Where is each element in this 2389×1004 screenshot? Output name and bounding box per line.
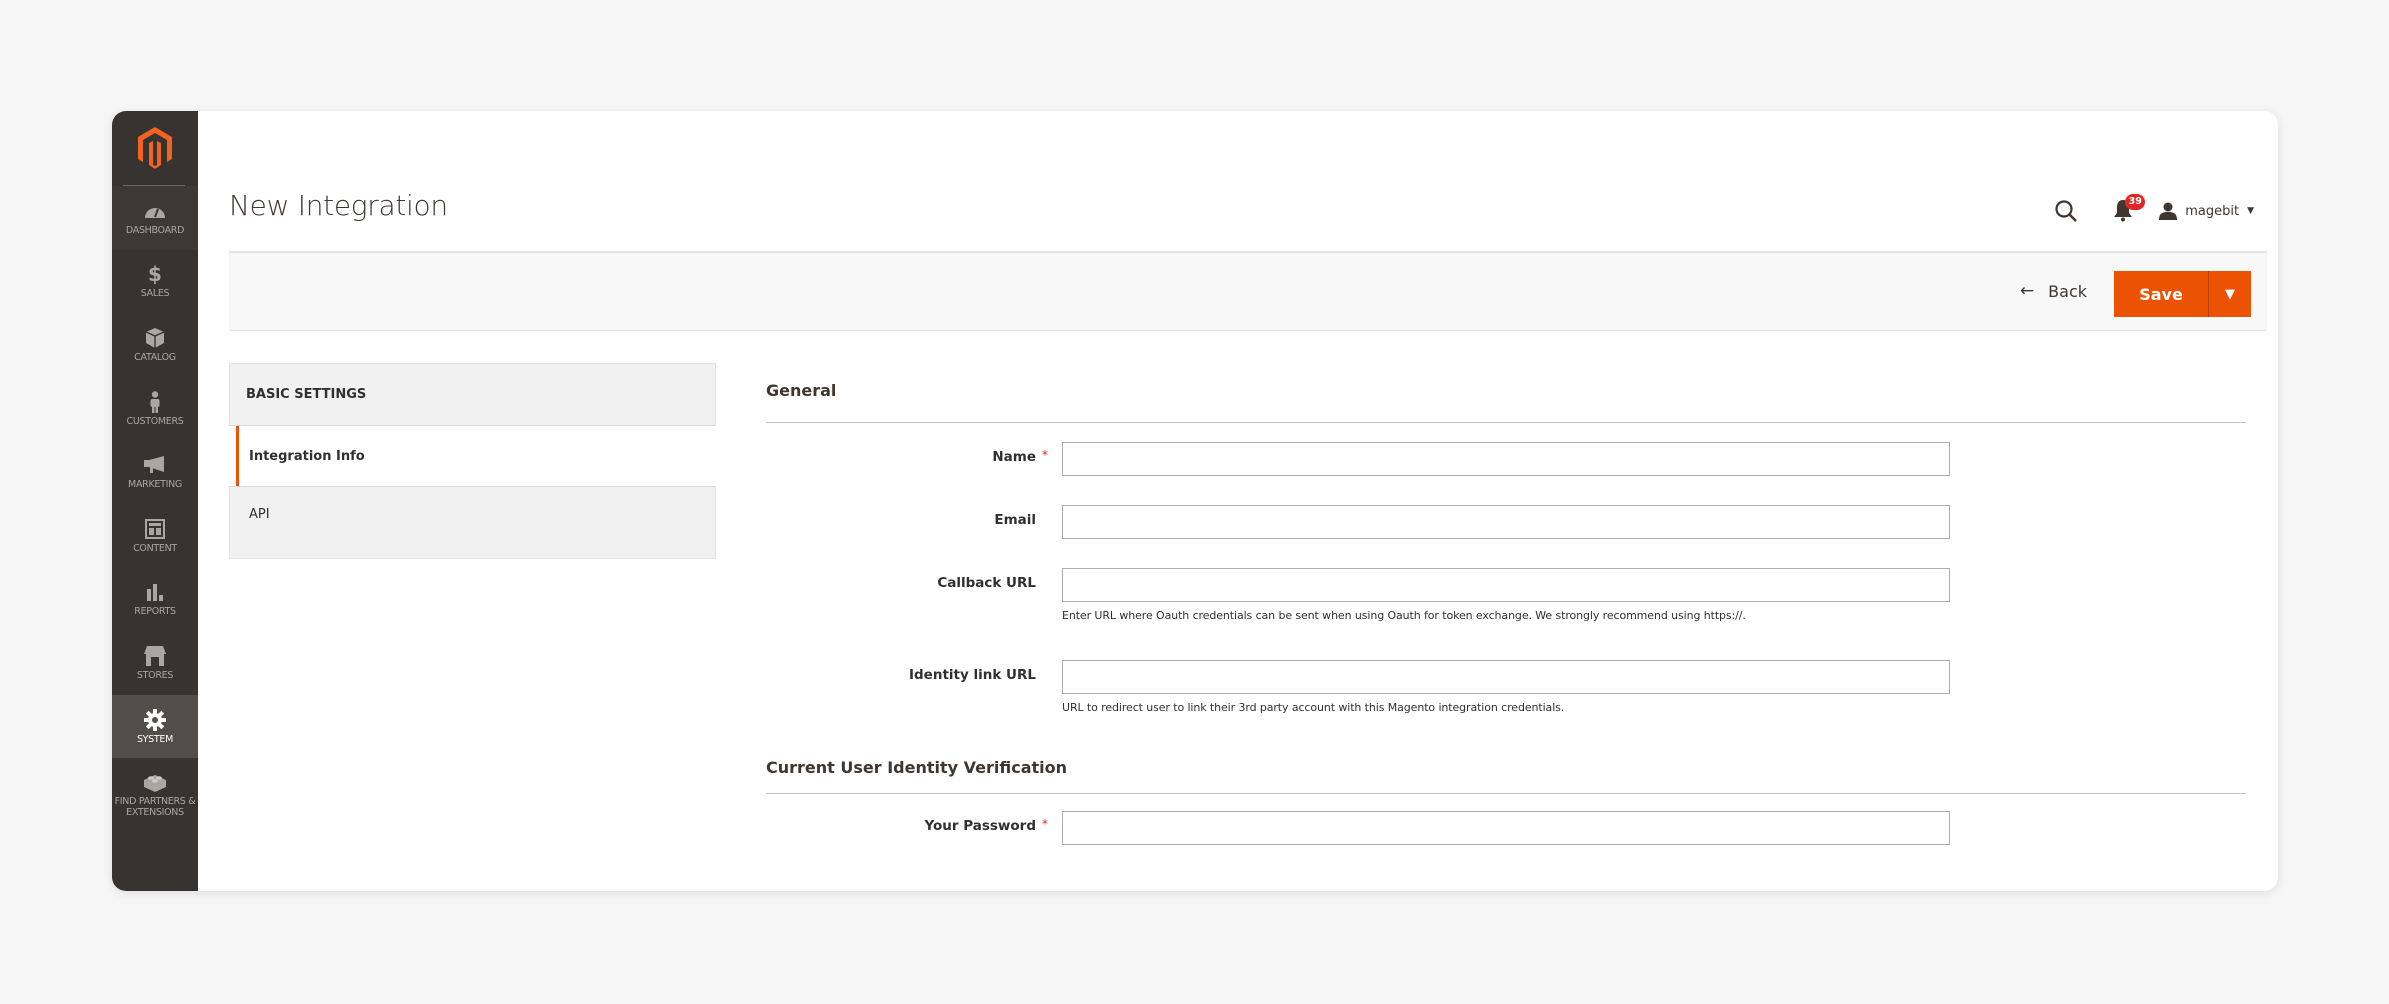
header-actions: 39 magebit ▼ <box>2053 191 2254 231</box>
settings-tabs: Basic Settings Integration Info API <box>229 363 716 559</box>
callback-url-note: Enter URL where Oauth credentials can be… <box>1062 609 1746 622</box>
admin-window: Dashboard $ Sales Catalog Customers <box>112 111 2278 891</box>
identity-link-url-input[interactable] <box>1062 660 1950 694</box>
bar-chart-icon <box>144 581 166 603</box>
save-split-button: Save ▼ <box>2114 271 2251 317</box>
email-input[interactable] <box>1062 505 1950 539</box>
sidebar-item-label: System <box>136 733 174 745</box>
dashboard-icon <box>144 200 166 222</box>
sidebar-item-label: Content <box>133 542 177 554</box>
sidebar-item-label: Customers <box>126 415 184 427</box>
notifications-button[interactable]: 39 <box>2113 194 2146 224</box>
notifications-badge: 39 <box>2125 194 2146 210</box>
sidebar-item-reports[interactable]: Reports <box>112 568 198 632</box>
person-icon <box>144 390 166 413</box>
back-label: Back <box>2048 281 2087 301</box>
sidebar-item-label: Find Partners & Extensions <box>114 795 196 818</box>
tab-api[interactable]: API <box>229 486 716 559</box>
caret-down-icon: ▼ <box>2225 286 2235 302</box>
dollar-icon: $ <box>148 262 162 287</box>
layout-icon <box>144 518 166 540</box>
email-label: Email <box>994 512 1036 528</box>
name-input[interactable] <box>1062 442 1950 476</box>
callback-url-input[interactable] <box>1062 568 1950 602</box>
gear-icon <box>144 708 166 731</box>
sidebar-item-stores[interactable]: Stores <box>112 631 198 695</box>
password-label: Your Password <box>924 818 1036 834</box>
back-button[interactable]: ← Back <box>2020 281 2087 301</box>
user-icon <box>2159 202 2178 220</box>
storefront-icon <box>144 645 166 667</box>
password-input[interactable] <box>1062 811 1950 845</box>
sidebar-item-system[interactable]: System <box>112 694 198 759</box>
sidebar-item-sales[interactable]: $ Sales <box>112 250 198 314</box>
sidebar-item-label: Sales <box>140 288 170 300</box>
search-icon[interactable] <box>2053 198 2079 224</box>
sidebar-item-customers[interactable]: Customers <box>112 377 198 441</box>
admin-sidebar: Dashboard $ Sales Catalog Customers <box>112 111 198 891</box>
chevron-down-icon: ▼ <box>2247 206 2254 216</box>
user-menu[interactable]: magebit ▼ <box>2159 202 2254 220</box>
fieldset-general-title: General <box>766 381 837 400</box>
callback-url-label: Callback URL <box>937 575 1036 591</box>
sidebar-item-catalog[interactable]: Catalog <box>112 313 198 377</box>
page-title: New Integration <box>229 189 448 222</box>
save-button[interactable]: Save <box>2114 271 2209 317</box>
sidebar-item-label: Marketing <box>128 479 182 491</box>
megaphone-icon <box>144 454 166 476</box>
magento-logo[interactable] <box>112 111 198 185</box>
page-actions-toolbar: ← Back Save ▼ <box>229 251 2267 331</box>
sidebar-item-dashboard[interactable]: Dashboard <box>112 186 198 250</box>
required-asterisk: * <box>1042 448 1048 462</box>
sidebar-item-find-partners[interactable]: Find Partners & Extensions <box>112 758 198 830</box>
sidebar-item-label: Catalog <box>134 351 176 363</box>
integration-form: General Name * Email Callback URL Enter … <box>766 381 2246 845</box>
required-asterisk: * <box>1042 817 1048 831</box>
sidebar-item-label: Stores <box>136 669 174 681</box>
tab-integration-info[interactable]: Integration Info <box>236 426 716 486</box>
field-email: Email <box>766 505 2246 539</box>
arrow-left-icon: ← <box>2019 281 2035 301</box>
tabs-heading: Basic Settings <box>229 363 716 426</box>
username: magebit <box>2185 203 2240 219</box>
fieldset-divider <box>766 793 2246 794</box>
field-callback-url: Callback URL Enter URL where Oauth crede… <box>766 568 2246 622</box>
fieldset-verification-title: Current User Identity Verification <box>766 758 1068 777</box>
sidebar-item-label: Dashboard <box>125 224 185 236</box>
fieldset-divider <box>766 422 2246 423</box>
sidebar-item-label: Reports <box>134 606 176 618</box>
sidebar-nav: Dashboard $ Sales Catalog Customers <box>112 186 198 830</box>
box-icon <box>144 327 166 349</box>
save-options-toggle[interactable]: ▼ <box>2209 271 2251 317</box>
sidebar-item-marketing[interactable]: Marketing <box>112 440 198 504</box>
field-name: Name * <box>766 442 2246 476</box>
field-password: Your Password * <box>766 811 2246 845</box>
name-label: Name <box>992 449 1036 465</box>
identity-link-url-note: URL to redirect user to link their 3rd p… <box>1062 701 1565 714</box>
sidebar-item-content[interactable]: Content <box>112 504 198 568</box>
identity-link-url-label: Identity link URL <box>909 667 1036 683</box>
field-identity-link-url: Identity link URL URL to redirect user t… <box>766 660 2246 714</box>
lego-brick-icon <box>144 771 166 793</box>
magento-logo-icon <box>138 127 172 169</box>
